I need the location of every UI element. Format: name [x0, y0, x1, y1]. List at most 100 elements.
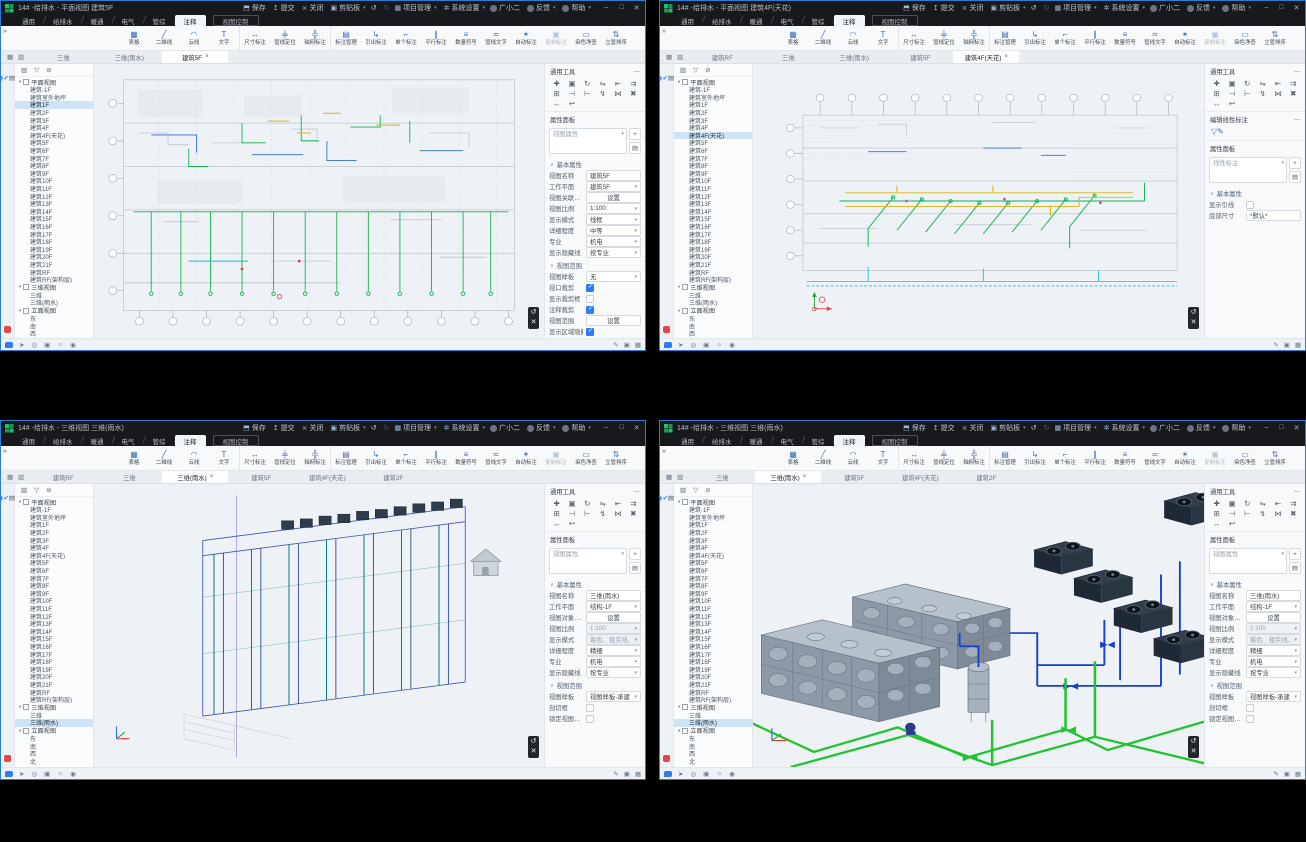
titlebar-menu-button[interactable]: ▦项目管理 [1054, 3, 1096, 13]
tree-item[interactable]: 建筑室外地坪 [674, 94, 752, 102]
property-select[interactable]: 按专业▾ [1246, 667, 1301, 678]
tree-item[interactable]: 建筑12F [674, 192, 752, 200]
tree-item[interactable]: 建筑20F [15, 253, 93, 261]
toolbar-button[interactable]: ↔尺寸标注 [239, 446, 270, 470]
expand-panel-icon[interactable]: » [662, 26, 672, 35]
tree-item[interactable]: 建筑20F [15, 673, 93, 681]
tool-icon[interactable]: ⇉ [1286, 78, 1301, 88]
tree-item[interactable]: 西 [674, 330, 752, 338]
tool-icon[interactable]: ✖ [626, 88, 641, 98]
toolbar-button[interactable]: ⇅立管排序 [1260, 26, 1290, 50]
tool-icon[interactable]: ⇤ [610, 498, 625, 508]
settings-button[interactable]: 设置 [586, 315, 641, 326]
toolbar-button[interactable]: ∥平行标注 [421, 446, 451, 470]
drawing-canvas[interactable]: ↺ ✕ [94, 64, 544, 338]
tree-item[interactable]: 建筑-1F [674, 506, 752, 514]
tool-icon[interactable]: ↻ [580, 78, 595, 88]
tool-icon[interactable]: ⊣ [564, 88, 579, 98]
tree-item[interactable]: 建筑16F [674, 223, 752, 231]
tree-item[interactable]: 东 [15, 735, 93, 743]
doc-bar-icon[interactable]: ▦ [666, 473, 672, 481]
user-menu[interactable]: 广小二 [490, 423, 520, 433]
status-icon[interactable]: ◎ [690, 341, 696, 349]
tree-item[interactable]: 建筑4F [15, 124, 93, 132]
toolbar-button[interactable]: ≡数量符号 [1110, 26, 1140, 50]
titlebar-action-button[interactable]: ⨯关闭 [302, 3, 324, 13]
property-select[interactable]: 精细▾ [1246, 645, 1301, 656]
toolbar-button[interactable]: ∥平行标注 [1080, 26, 1110, 50]
status-icon[interactable]: ▣ [703, 770, 709, 778]
toolbar-button[interactable]: ✶自动标注 [1170, 26, 1200, 50]
titlebar-action-button[interactable]: ↥提交 [933, 423, 955, 433]
tree-item[interactable]: 建筑5F [15, 139, 93, 147]
toolbar-button[interactable]: ▣复制标注 [1200, 26, 1230, 50]
status-icon[interactable]: ➤ [678, 341, 683, 349]
tool-icon[interactable]: ▣ [564, 78, 579, 88]
toolbar-button[interactable]: ▤标注管理 [330, 26, 361, 50]
notification-badge[interactable] [663, 755, 670, 762]
tree-item[interactable]: 建筑16F [674, 643, 752, 651]
redo-button[interactable]: ↻ [1044, 424, 1050, 432]
tree-item[interactable]: 建筑3F [674, 116, 752, 124]
property-input[interactable]: 建筑5F [586, 170, 641, 181]
drawing-canvas[interactable]: ↺ ✕ [753, 64, 1204, 338]
tool-icon[interactable]: ⋈ [610, 508, 625, 518]
tree-tool-icon[interactable]: ▥ [680, 66, 686, 74]
status-icon[interactable]: ☼ [57, 770, 63, 777]
status-icon[interactable]: ◉ [70, 341, 76, 349]
minimize-button[interactable]: – [1262, 424, 1271, 432]
tree-item[interactable]: 建筑20F [674, 253, 752, 261]
toolbar-button[interactable]: ╪管线定位 [270, 26, 300, 50]
chat-icon[interactable] [664, 771, 672, 777]
undo-button[interactable]: ↺ [371, 4, 377, 12]
checkbox[interactable] [586, 306, 594, 314]
close-button[interactable]: ✕ [632, 4, 641, 12]
tree-item[interactable]: 建筑21F [674, 261, 752, 269]
tree-item[interactable]: 建筑2F [15, 529, 93, 537]
status-icon[interactable]: ☼ [57, 341, 63, 348]
toolbar-button[interactable]: ∥平行标注 [1080, 446, 1110, 470]
tree-item[interactable]: 三维 [674, 711, 752, 719]
tool-icon[interactable]: ✚ [1209, 78, 1224, 88]
tree-item[interactable]: 南 [674, 742, 752, 750]
tool-icon[interactable]: ✖ [1286, 508, 1301, 518]
tool-icon[interactable]: ⊢ [580, 508, 595, 518]
tool-icon[interactable]: ↔ [549, 98, 564, 108]
tools-section-header[interactable]: 通用工具— [545, 484, 645, 498]
tree-item[interactable]: 建筑19F [674, 665, 752, 673]
minimize-button[interactable]: – [602, 424, 611, 432]
checkbox[interactable] [1246, 704, 1254, 712]
tool-icon[interactable]: ⊞ [1209, 88, 1224, 98]
user-menu[interactable]: 广小二 [1150, 423, 1180, 433]
toolbar-button[interactable]: ↳引出标注 [361, 26, 391, 50]
checkbox[interactable] [586, 715, 594, 723]
toolbar-button[interactable]: ▦表格 [778, 26, 808, 50]
redo-button[interactable]: ↻ [1044, 4, 1050, 12]
tree-item[interactable]: 建筑10F [674, 177, 752, 185]
edit-section-header[interactable]: 编辑线性标注— [1205, 112, 1305, 126]
doc-bar-icon[interactable]: ▦ [666, 53, 672, 61]
type-combo[interactable]: 视图属性 [549, 548, 627, 574]
checkbox[interactable] [586, 284, 594, 292]
maximize-button[interactable]: □ [617, 4, 626, 12]
canvas-mini-toolbar[interactable]: ↺ ✕ [1188, 736, 1199, 758]
collapse-icon[interactable]: — [634, 68, 640, 75]
toolbar-button[interactable]: ⇅立管排序 [1260, 446, 1290, 470]
tool-icon[interactable]: ↻ [1240, 78, 1255, 88]
document-tab[interactable]: 三维× [96, 471, 162, 483]
tool-icon[interactable]: ✚ [549, 498, 564, 508]
tree-item[interactable]: 建筑RF [674, 688, 752, 696]
maximize-button[interactable]: □ [1277, 424, 1286, 432]
toolbar-button[interactable]: ◠云线 [179, 26, 209, 50]
toolbar-button[interactable]: ▣复制标注 [541, 26, 571, 50]
checkbox[interactable] [1246, 201, 1254, 209]
close-view-icon[interactable]: ✕ [1191, 318, 1197, 328]
toolbar-button[interactable]: ↳引出标注 [361, 446, 391, 470]
tool-icon[interactable]: ⋈ [1270, 88, 1285, 98]
tree-item[interactable]: 南 [674, 322, 752, 330]
tree-item[interactable]: 西 [674, 750, 752, 758]
tree-item[interactable]: 建筑2F [674, 109, 752, 117]
property-select[interactable]: 无▾ [586, 271, 641, 282]
status-icon[interactable]: ◎ [690, 770, 696, 778]
ribbon-tab[interactable]: 电气 [113, 435, 144, 446]
